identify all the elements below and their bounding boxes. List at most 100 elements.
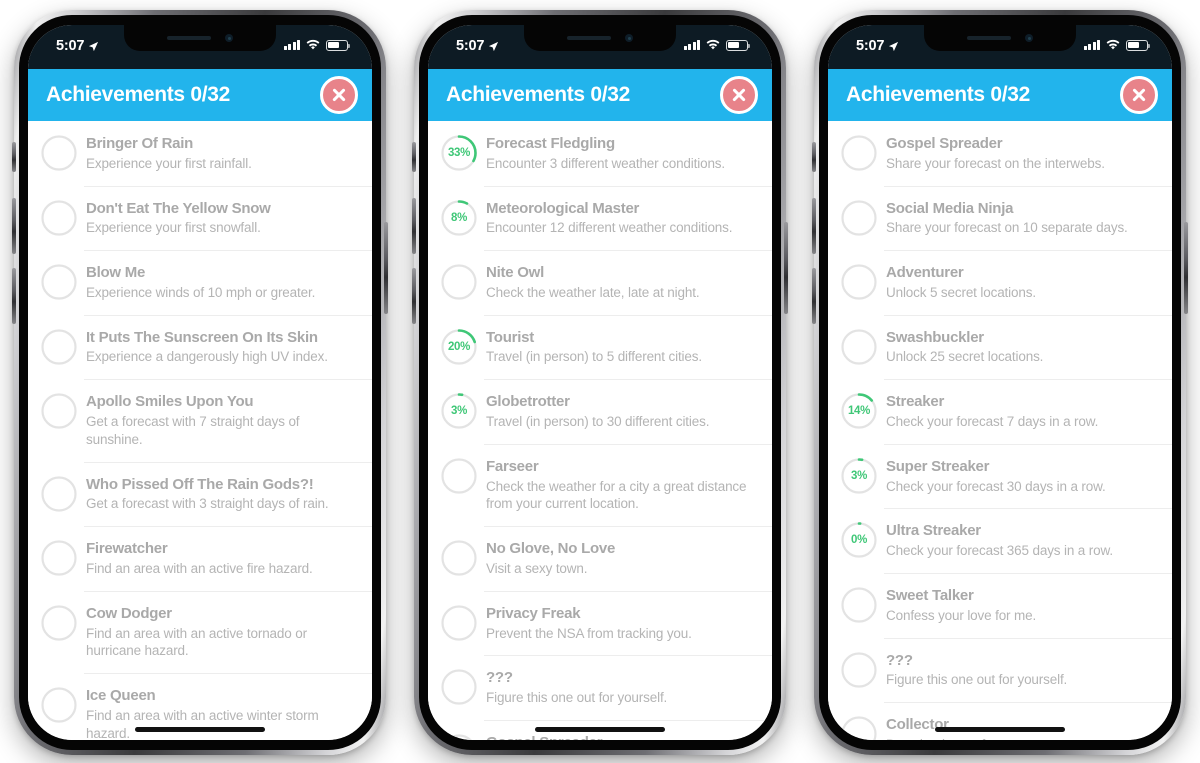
status-time: 5:07: [456, 38, 499, 54]
achievement-description: Travel (in person) to 30 different citie…: [486, 414, 710, 429]
progress-ring-icon: [841, 135, 877, 171]
achievement-row[interactable]: Swashbuckler Unlock 25 secret locations.: [828, 314, 1172, 380]
silent-switch[interactable]: [412, 142, 416, 172]
achievement-progress-indicator: 33%: [440, 134, 478, 172]
achievement-row[interactable]: Sweet Talker Confess your love for me.: [828, 572, 1172, 638]
achievement-row[interactable]: Cow Dodger Find an area with an active to…: [28, 590, 372, 673]
home-indicator[interactable]: [535, 727, 665, 732]
achievement-text: Globetrotter Travel (in person) to 30 dif…: [486, 392, 709, 431]
achievement-title: Bringer Of Rain: [86, 135, 194, 152]
achievement-title: Don't Eat The Yellow Snow: [86, 199, 271, 217]
progress-ring-icon: [841, 587, 877, 623]
home-indicator[interactable]: [135, 727, 265, 732]
achievement-title: Sweet Talker: [886, 586, 974, 604]
achievement-text: Blow Me Experience winds of 10 mph or gre…: [86, 263, 315, 302]
progress-percent-label: 14%: [847, 405, 871, 418]
volume-up-button[interactable]: [412, 198, 416, 254]
achievement-row[interactable]: No Glove, No Love Visit a sexy town.: [428, 526, 772, 591]
achievement-progress-indicator: 20%: [440, 328, 478, 366]
achievement-row[interactable]: 3% Super Streaker Check your forecast 30 d…: [828, 443, 1172, 509]
location-arrow-icon: [489, 41, 499, 51]
achievement-description: Travel (in person) to 5 different cities…: [486, 349, 702, 365]
power-button[interactable]: [784, 222, 788, 314]
achievement-row[interactable]: 33% Forecast Fledgling Encounter 3 differe…: [428, 121, 772, 186]
achievement-title: Collector: [886, 716, 949, 734]
achievement-row[interactable]: Firewatcher Find an area with an active f…: [28, 526, 372, 591]
achievement-text: Forecast Fledgling Encounter 3 different …: [486, 134, 725, 173]
achievement-title: It Puts The Sunscreen On Its Skin: [86, 328, 318, 346]
achievement-progress-indicator: 8%: [440, 199, 478, 237]
location-arrow-icon: [889, 41, 899, 51]
home-indicator[interactable]: [935, 727, 1065, 732]
achievement-row[interactable]: It Puts The Sunscreen On Its Skin Experie…: [28, 314, 372, 380]
notch: [924, 25, 1076, 51]
cellular-signal-icon: [683, 40, 700, 50]
achievement-description: Encounter 3 different weather conditions…: [486, 155, 726, 171]
achievement-row[interactable]: 8% Meteorological Master Encounter 12 diff…: [428, 185, 772, 251]
front-camera-icon: [225, 34, 233, 42]
achievement-title: Ice Queen: [86, 687, 156, 705]
achievement-progress-indicator: 3%: [840, 457, 878, 495]
close-button[interactable]: [320, 76, 358, 114]
achievement-title: Firewatcher: [86, 540, 168, 558]
phone-screen: 5:07 Achievements 0/32 Bringer Of Rain Expe…: [28, 25, 372, 740]
achievement-row[interactable]: 0% Ultra Streaker Check your forecast 365 …: [828, 508, 1172, 573]
power-button[interactable]: [1184, 222, 1188, 314]
volume-down-button[interactable]: [412, 268, 416, 324]
achievement-description: Check your forecast 365 days in a row.: [886, 543, 1113, 559]
silent-switch[interactable]: [812, 142, 816, 172]
notch: [524, 25, 676, 51]
achievement-progress-indicator: [40, 539, 78, 577]
achievement-progress-indicator: [440, 263, 478, 301]
achievements-list[interactable]: Gospel Spreader Share your forecast on th…: [828, 121, 1172, 740]
achievement-row[interactable]: Gospel Spreader Share your forecast on th…: [828, 121, 1172, 186]
achievement-row[interactable]: Nite Owl Check the weather late, late at …: [428, 250, 772, 315]
achievement-row[interactable]: 14% Streaker Check your forecast 7 days in…: [828, 379, 1172, 444]
status-bar: 5:07: [28, 25, 372, 69]
achievement-row[interactable]: 20% Tourist Travel (in person) to 5 differ…: [428, 314, 772, 380]
achievement-row[interactable]: Privacy Freak Prevent the NSA from tracki…: [428, 590, 772, 656]
achievement-row[interactable]: Adventurer Unlock 5 secret locations.: [828, 250, 1172, 315]
close-button[interactable]: [720, 76, 758, 114]
achievement-progress-indicator: [40, 475, 78, 513]
achievement-text: Swashbuckler Unlock 25 secret locations.: [886, 328, 1043, 367]
volume-up-button[interactable]: [812, 198, 816, 254]
achievement-row[interactable]: Don't Eat The Yellow Snow Experience your…: [28, 185, 372, 251]
volume-up-button[interactable]: [12, 198, 16, 254]
battery-icon: [1126, 39, 1151, 51]
volume-down-button[interactable]: [12, 268, 16, 324]
achievement-row[interactable]: Who Pissed Off The Rain Gods?! Get a fore…: [28, 461, 372, 527]
achievement-row[interactable]: Apollo Smiles Upon You Get a forecast wit…: [28, 379, 372, 461]
power-button[interactable]: [384, 222, 388, 314]
achievement-row[interactable]: Blow Me Experience winds of 10 mph or gre…: [28, 250, 372, 315]
achievements-list[interactable]: 33% Forecast Fledgling Encounter 3 differe…: [428, 121, 772, 740]
close-button[interactable]: [1120, 76, 1158, 114]
phone-bezel: 5:07 Achievements 0/32 33% Forecast Fledgli…: [419, 15, 781, 750]
achievement-row[interactable]: Farseer Check the weather for a city a gr…: [428, 443, 772, 526]
volume-down-button[interactable]: [812, 268, 816, 324]
achievement-title: Privacy Freak: [486, 604, 581, 622]
achievement-title: Meteorological Master: [486, 199, 640, 217]
achievement-progress-indicator: [40, 134, 78, 172]
achievement-row[interactable]: Social Media Ninja Share your forecast on…: [828, 185, 1172, 251]
achievement-text: Privacy Freak Prevent the NSA from tracki…: [486, 604, 692, 643]
page-title: Achievements 0/32: [846, 83, 1031, 106]
achievement-row[interactable]: 3% Globetrotter Travel (in person) to 30 d…: [428, 379, 772, 444]
progress-ring-icon: [841, 199, 877, 236]
achievement-row[interactable]: ??? Figure this one out for yourself.: [828, 637, 1172, 703]
progress-ring-icon: [841, 264, 877, 300]
achievement-description: Get a forecast with 7 straight days of s…: [86, 414, 300, 447]
cellular-signal-icon: [1083, 40, 1100, 50]
achievement-row[interactable]: ??? Figure this one out for yourself.: [428, 655, 772, 720]
progress-ring-icon: [41, 605, 77, 641]
progress-percent-label: 3%: [850, 469, 868, 482]
achievement-text: It Puts The Sunscreen On Its Skin Experie…: [86, 328, 328, 367]
achievements-list[interactable]: Bringer Of Rain Experience your first rai…: [28, 121, 372, 740]
achievement-text: Bringer Of Rain Experience your first rai…: [86, 134, 252, 173]
achievement-row[interactable]: Collector Download one of my counterpart …: [828, 702, 1172, 740]
achievement-row[interactable]: Bringer Of Rain Experience your first rai…: [28, 121, 372, 186]
silent-switch[interactable]: [12, 142, 16, 172]
achievement-text: Who Pissed Off The Rain Gods?! Get a fore…: [86, 475, 329, 514]
achievement-text: Gospel Spreader Share your forecast on th…: [886, 134, 1105, 173]
achievement-text: Farseer Check the weather for a city a gr…: [486, 457, 758, 513]
